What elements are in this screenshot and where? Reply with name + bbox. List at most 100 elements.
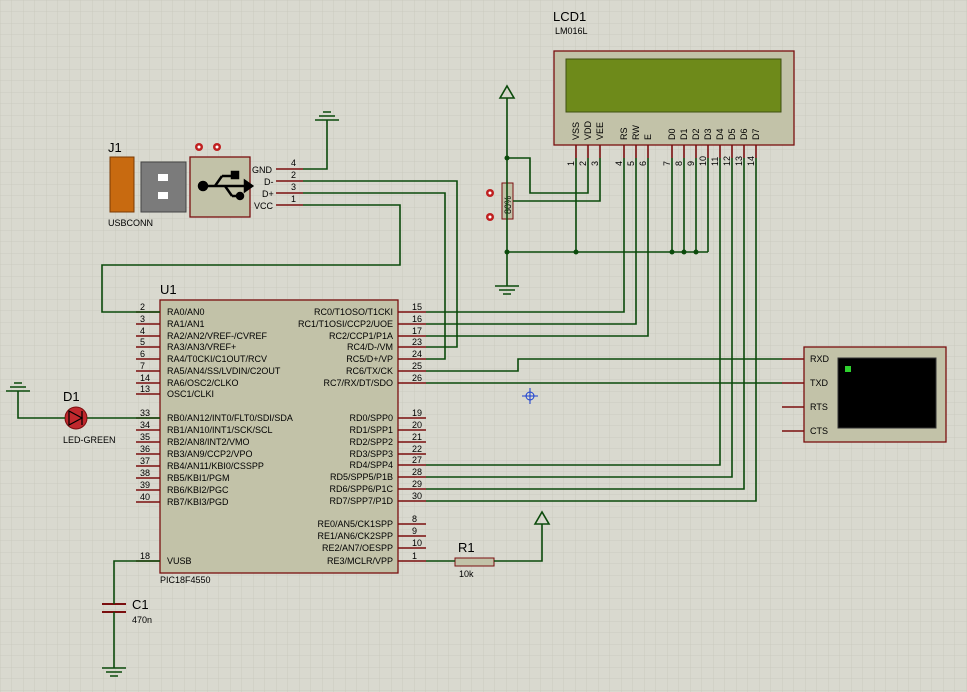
mcu-pin-name: RD1/SPP1 [349, 425, 393, 435]
mcu-pin-name: RD4/SPP4 [349, 460, 393, 470]
grid-background [0, 0, 967, 692]
lcd-pin-name: VEE [595, 122, 605, 140]
lcd-pin-number: 3 [590, 161, 600, 166]
mcu-pin-number: 40 [140, 492, 150, 502]
lcd-pin-number: 2 [578, 161, 588, 166]
mcu-pin-number: 14 [140, 373, 150, 383]
mcu-pin-number: 19 [412, 408, 422, 418]
probe-marker-dot [215, 145, 219, 149]
virtual-terminal[interactable]: RXD TXD RTS CTS [782, 346, 947, 443]
mcu-pin-number: 1 [412, 551, 417, 561]
usb-shell [109, 156, 135, 213]
mcu-pin-name: RA6/OSC2/CLKO [167, 378, 239, 388]
usb-pin-number: 2 [291, 170, 296, 180]
mcu-pin-name: RB4/AN11/KBI0/CSSPP [167, 461, 264, 471]
mcu-pin-name: RD3/SPP3 [349, 449, 393, 459]
schematic-canvas[interactable]: LCD1 LM016L VSS 1 VDD 2 VEE 3 RS 4 RW 5 E 6 D0 7 D1 8 D2… [0, 0, 967, 692]
usb-pin-number: 4 [291, 158, 296, 168]
mcu-pin-number: 33 [140, 408, 150, 418]
lcd-pin-number: 5 [626, 161, 636, 166]
usb-pin-name: D- [264, 177, 274, 187]
mcu-pin-name: RB1/AN10/INT1/SCK/SCL [167, 425, 273, 435]
mcu-pin-name: RE2/AN7/OESPP [322, 543, 393, 553]
lcd-pin-name: RS [619, 127, 629, 140]
usb-pin-number: 3 [291, 182, 296, 192]
mcu-pin-number: 6 [140, 349, 145, 359]
res-body [454, 557, 495, 567]
mcu-ref-label: U1 [160, 282, 177, 297]
terminal-screen [837, 357, 937, 429]
lcd-pin-name: D4 [715, 128, 725, 140]
lcd-pin-name: D0 [667, 128, 677, 140]
lcd-pin-name: RW [631, 125, 641, 140]
pot-value: 80% [503, 196, 513, 214]
led-body [64, 406, 88, 430]
mcu-pin-name: RA4/T0CKI/C1OUT/RCV [167, 354, 267, 364]
mcu-pin-name: RB0/AN12/INT0/FLT0/SDI/SDA [167, 413, 293, 423]
mcu-pin-number: 37 [140, 456, 150, 466]
mcu-pin-number: 20 [412, 420, 422, 430]
mcu-pin-number: 7 [140, 361, 145, 371]
mcu-pin-name: RD6/SPP6/P1C [329, 484, 393, 494]
res-value-label: 10k [459, 569, 474, 579]
mcu-pin-name: OSC1/CLKI [167, 389, 214, 399]
mcu-pin-number: 17 [412, 326, 422, 336]
mcu-pin-name: RD7/SPP7/P1D [329, 496, 393, 506]
mcu-pin-number: 21 [412, 432, 422, 442]
led-part-label: LED-GREEN [63, 435, 116, 445]
terminal-pin-rts: RTS [810, 402, 828, 412]
mcu-pin-name: RE1/AN6/CK2SPP [317, 531, 393, 541]
mcu-pin-name: RD2/SPP2 [349, 437, 393, 447]
mcu-pin-number: 35 [140, 432, 150, 442]
usb-pin-name: D+ [262, 189, 274, 199]
usb-pin-name: VCC [254, 201, 274, 211]
mcu-pin-number: 28 [412, 467, 422, 477]
lcd-pin-name: VDD [583, 120, 593, 140]
mcu-pin-name: RA1/AN1 [167, 319, 205, 329]
mcu-component[interactable]: U1 2 RA0/AN0 3 RA1/AN1 4 RA2/AN2/VREF-/CVREF 5… [136, 282, 426, 585]
mcu-pin-name: RC5/D+/VP [346, 354, 393, 364]
mcu-pin-name: RB3/AN9/CCP2/VPO [167, 449, 253, 459]
mcu-pin-number: 18 [140, 551, 150, 561]
mcu-pin-name: RC1/T1OSI/CCP2/UOE [298, 319, 393, 329]
lcd-part-label: LM016L [555, 26, 588, 36]
mcu-pin-name: RA5/AN4/SS/LVDIN/C2OUT [167, 366, 281, 376]
mcu-pin-name: RD5/SPP5/P1B [330, 472, 393, 482]
mcu-pin-number: 8 [412, 514, 417, 524]
mcu-pin-number: 24 [412, 349, 422, 359]
lcd-pin-number: 1 [566, 161, 576, 166]
usb-pin-name: GND [252, 165, 273, 175]
lcd-pin-name: D5 [727, 128, 737, 140]
mcu-pin-name: VUSB [167, 556, 192, 566]
lcd-pin-number: 10 [698, 156, 708, 166]
lcd-pin-name: D3 [703, 128, 713, 140]
usb-ref-label: J1 [108, 140, 122, 155]
led-ref-label: D1 [63, 389, 80, 404]
terminal-pin-txd: TXD [810, 378, 829, 388]
mcu-pin-number: 39 [140, 480, 150, 490]
terminal-cursor-icon [845, 366, 851, 372]
lcd-pin-number: 9 [686, 161, 696, 166]
mcu-pin-name: RE0/AN5/CK1SPP [317, 519, 393, 529]
lcd-screen [565, 58, 782, 113]
mcu-pin-name: RC7/RX/DT/SDO [323, 378, 393, 388]
lcd-pin-name: D2 [691, 128, 701, 140]
mcu-pin-name: RC4/D-/VM [347, 342, 393, 352]
probe-marker-dot [197, 145, 201, 149]
mcu-part-label: PIC18F4550 [160, 575, 211, 585]
mcu-pin-name: RD0/SPP0 [349, 413, 393, 423]
usb-plug-hole [158, 174, 168, 181]
mcu-pin-number: 15 [412, 302, 422, 312]
cap-value-label: 470n [132, 615, 152, 625]
mcu-pin-name: RC0/T1OSO/T1CKI [314, 307, 393, 317]
lcd-pin-number: 4 [614, 161, 624, 166]
mcu-pin-number: 36 [140, 444, 150, 454]
mcu-pin-number: 22 [412, 444, 422, 454]
mcu-pin-name: RB5/KBI1/PGM [167, 473, 230, 483]
mcu-pin-number: 34 [140, 420, 150, 430]
mcu-pin-name: RA3/AN3/VREF+ [167, 342, 236, 352]
lcd-pin-number: 7 [662, 161, 672, 166]
usb-plug-hole [158, 192, 168, 199]
mcu-pin-name: RB2/AN8/INT2/VMO [167, 437, 250, 447]
mcu-pin-number: 30 [412, 491, 422, 501]
